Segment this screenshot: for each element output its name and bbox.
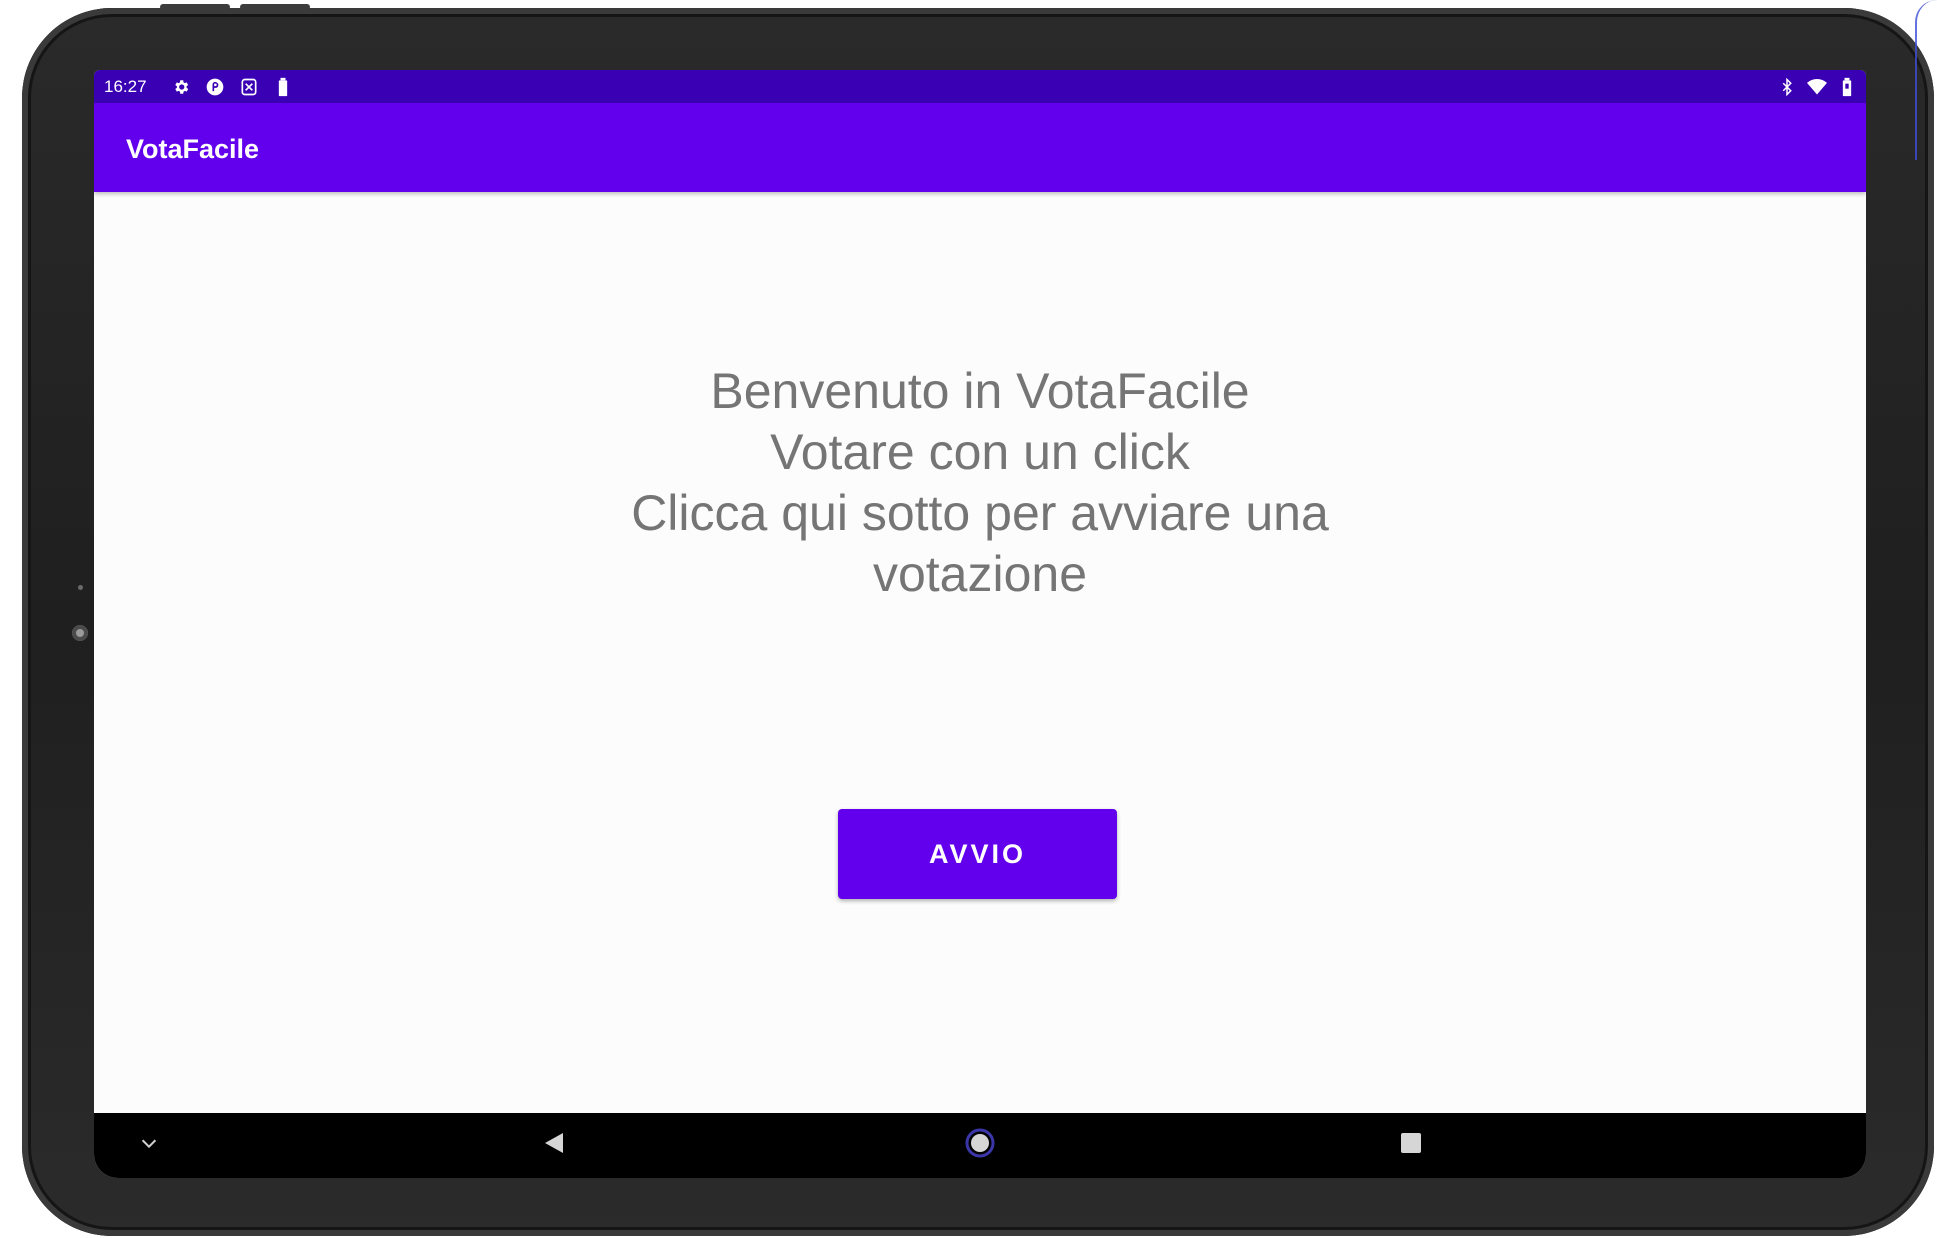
navigation-bar <box>94 1113 1866 1178</box>
collapse-button[interactable] <box>124 1113 174 1178</box>
welcome-line: Votare con un click <box>770 424 1190 480</box>
back-icon <box>543 1131 565 1160</box>
decorative-line <box>1915 0 1937 160</box>
power-button <box>240 4 310 10</box>
back-button[interactable] <box>514 1113 594 1178</box>
welcome-line: votazione <box>872 546 1088 602</box>
welcome-message: Benvenuto in VotaFacile Votare con un cl… <box>94 361 1866 605</box>
home-icon <box>964 1127 996 1164</box>
shield-icon <box>204 76 226 98</box>
welcome-line: Benvenuto in VotaFacile <box>710 363 1250 419</box>
battery-icon <box>1836 76 1858 98</box>
app-bar: VotaFacile <box>94 103 1866 192</box>
home-button[interactable] <box>940 1113 1020 1178</box>
app-title: VotaFacile <box>126 134 260 164</box>
camera-icon <box>72 625 88 641</box>
status-time: 16:27 <box>104 77 147 96</box>
recents-icon <box>1400 1132 1422 1159</box>
bluetooth-icon <box>1776 76 1798 98</box>
battery-alert-icon <box>272 76 294 98</box>
status-bar: 16:27 <box>94 70 1866 103</box>
sim-icon <box>238 76 260 98</box>
chevron-down-icon <box>138 1132 160 1159</box>
device-screen: 16:27 VotaFacile Benvenuto in VotaFacile… <box>94 70 1866 1178</box>
start-button[interactable]: AVVIO <box>838 809 1117 899</box>
recents-button[interactable] <box>1371 1113 1451 1178</box>
welcome-line: Clicca qui sotto per avviare una <box>631 485 1329 541</box>
wifi-icon <box>1806 76 1828 98</box>
sensor-dot <box>78 585 83 590</box>
settings-icon <box>170 76 192 98</box>
volume-button <box>160 4 230 10</box>
